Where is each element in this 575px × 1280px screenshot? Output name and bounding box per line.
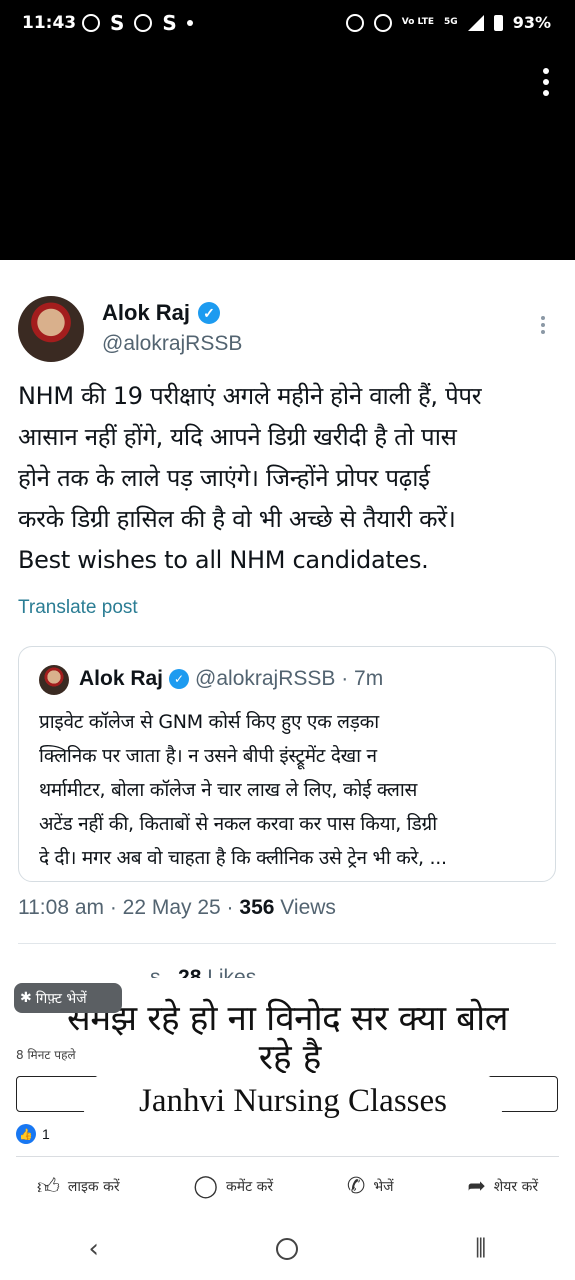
network-type: 5G [444, 17, 458, 27]
like-button[interactable]: 👍︎ लाइक करें [37, 1166, 120, 1206]
quote-line: दे दी। मगर अब वो चाहता है कि क्लीनिक उसे… [39, 847, 447, 869]
more-notifications-icon [186, 20, 193, 26]
home-icon[interactable] [275, 1238, 298, 1260]
quoted-post[interactable]: Alok Raj ✓ @alokrajRSSB · 7m प्राइवेट कॉ… [18, 646, 556, 882]
divider [16, 1156, 559, 1157]
like-reaction-icon: 👍 [16, 1124, 36, 1144]
divider [18, 943, 556, 944]
post-line: Best wishes to all NHM candidates. [18, 546, 429, 574]
quote-line: प्राइवेट कॉलेज से GNM कोर्स किए हुए एक ल… [39, 711, 379, 733]
post-line: NHM की 19 परीक्षाएं अगले महीने होने वाली… [18, 382, 482, 410]
reaction-count: 1 [42, 1126, 50, 1142]
thumbs-up-icon: 👍︎ [36, 1174, 60, 1200]
translate-post-link[interactable]: Translate post [18, 597, 138, 619]
views-count: 356 [239, 896, 275, 919]
quote-header: Alok Raj ✓ @alokrajRSSB · 7m [79, 667, 383, 691]
verified-badge-icon: ✓ [198, 302, 221, 324]
signal-icon [467, 14, 484, 31]
s-app-icon-2: S [162, 11, 177, 35]
send-label: भेजें [373, 1178, 394, 1195]
post-line: करके डिग्री हासिल की है वो भी अच्छे से त… [18, 505, 456, 533]
comment-icon: ◯ [193, 1173, 218, 1199]
battery-icon [493, 14, 503, 31]
status-time: 11:43 [22, 13, 77, 33]
status-bar: 11:43 S S Vo LTE 5G 93% [0, 0, 575, 50]
share-label: शेयर करें [493, 1178, 539, 1195]
quote-line: अटेंड नहीं की, किताबों से नकल करवा कर पा… [39, 813, 437, 835]
quote-line: क्लिनिक पर जाता है। न उसने बीपी इंस्ट्रू… [39, 745, 377, 767]
battery-level: 93% [512, 13, 551, 32]
quote-line: थर्मामीटर, बोला कॉलेज ने चार लाख ले लिए,… [39, 779, 418, 801]
author-name[interactable]: Alok Raj [102, 300, 190, 326]
views-label: Views [274, 896, 336, 919]
more-options-icon[interactable] [543, 68, 549, 96]
author-handle[interactable]: @alokrajRSSB [102, 332, 242, 356]
gift-label: गिफ़्ट भेजें [35, 990, 87, 1007]
back-icon[interactable]: ‹ [89, 1234, 99, 1264]
quote-handle: @alokrajRSSB · 7m [195, 667, 384, 690]
reaction-summary[interactable]: 👍 1 [16, 1124, 50, 1144]
s-app-icon: S [110, 11, 125, 35]
send-button[interactable]: ✆ भेजें [347, 1166, 394, 1206]
recents-icon[interactable]: ⦀ [475, 1234, 486, 1265]
gift-icon: ✱ [20, 990, 32, 1006]
like-label: लाइक करें [67, 1178, 120, 1195]
whatsapp-icon [82, 14, 100, 32]
dnd-icon [373, 13, 392, 32]
avatar[interactable] [18, 296, 84, 362]
system-nav-bar: ‹ ⦀ [0, 1218, 575, 1280]
gift-button[interactable]: ✱ गिफ़्ट भेजें [14, 983, 122, 1013]
post-line: आसान नहीं होंगे, यदि आपने डिग्री खरीदी ह… [18, 423, 457, 451]
post-menu-icon[interactable] [541, 316, 545, 334]
cb-app-icon [134, 14, 153, 32]
post-meta: 11:08 am · 22 May 25 · 356 Views [18, 896, 336, 920]
share-button[interactable]: ➦ शेयर करें [467, 1166, 538, 1206]
volte-icon: Vo LTE [401, 17, 435, 27]
whatsapp-icon: ✆ [346, 1173, 366, 1199]
quote-author-name: Alok Raj [79, 667, 164, 690]
alarm-icon [345, 13, 364, 32]
post-time-ago: 8 मिनट पहले [16, 1048, 76, 1062]
comment-label: कमेंट करें [225, 1178, 274, 1195]
quote-avatar [39, 665, 69, 695]
author-name-row: Alok Raj ✓ [102, 300, 221, 326]
quote-body: प्राइवेट कॉलेज से GNM कोर्स किए हुए एक ल… [39, 705, 551, 875]
share-icon: ➦ [467, 1173, 486, 1199]
system-icons: Vo LTE 5G 93% [345, 13, 551, 32]
post-body: NHM की 19 परीक्षाएं अगले महीने होने वाली… [18, 376, 558, 581]
caption-brand: Janhvi Nursing Classes [82, 1073, 504, 1129]
post-screenshot: Alok Raj ✓ @alokrajRSSB NHM की 19 परीक्ष… [0, 260, 575, 989]
comment-button[interactable]: ◯ कमेंट करें [193, 1166, 273, 1206]
verified-badge-icon: ✓ [169, 669, 190, 689]
post-timestamp: 11:08 am · 22 May 25 · [18, 896, 240, 919]
action-bar: 👍︎ लाइक करें ◯ कमेंट करें ✆ भेजें ➦ शेयर… [0, 1166, 575, 1206]
post-line: होने तक के लाले पड़ जाएंगे। जिन्होंने प्… [18, 464, 430, 492]
notification-icons: S S [82, 11, 193, 35]
